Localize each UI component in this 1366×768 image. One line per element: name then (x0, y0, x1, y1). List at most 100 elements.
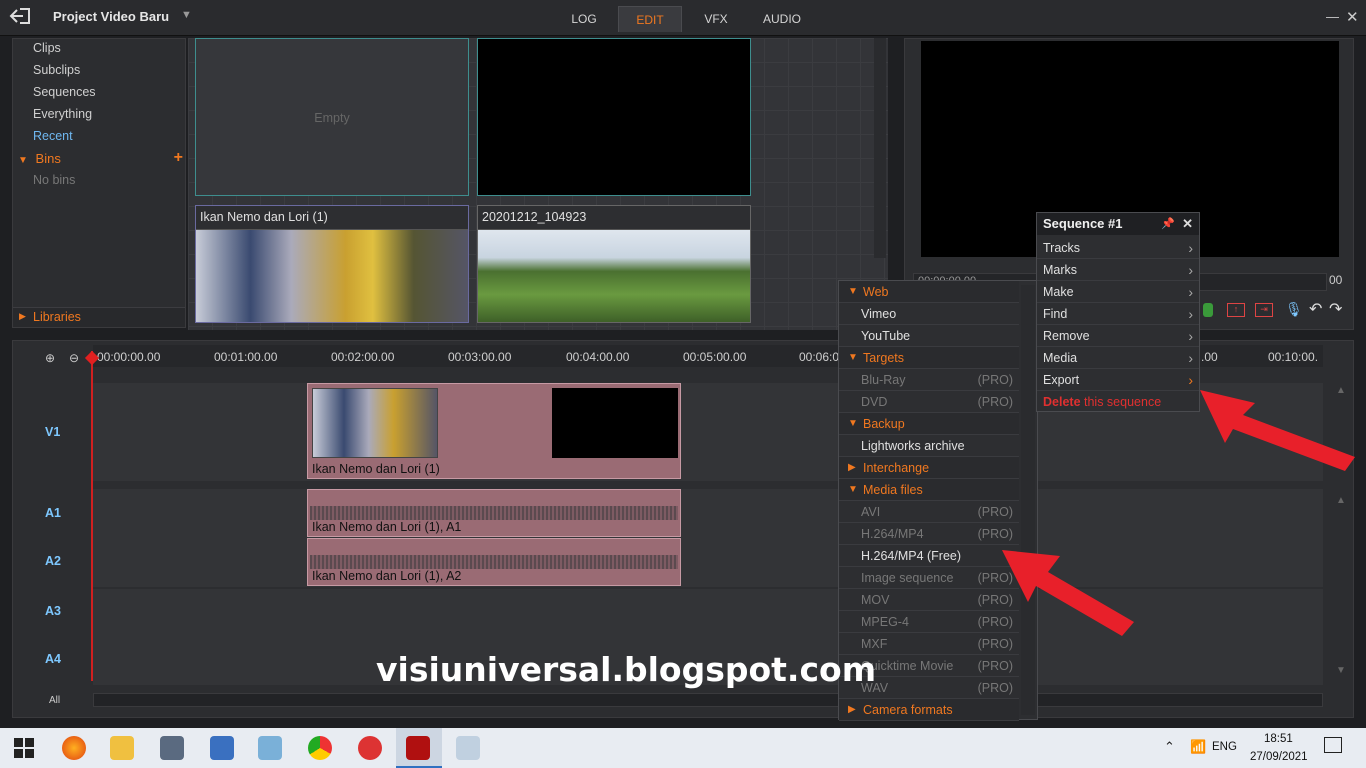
tab-log[interactable]: LOG (560, 6, 608, 32)
all-tracks-button[interactable]: All (49, 695, 60, 706)
waveform (310, 506, 678, 520)
menu-item-remove[interactable]: Remove › (1037, 325, 1199, 347)
export-avi[interactable]: AVI (PRO) (839, 501, 1019, 523)
black-clip-tile[interactable] (477, 38, 751, 196)
export-interchange-header[interactable]: ▶ Interchange (839, 457, 1019, 479)
menu-item-tracks[interactable]: Tracks › (1037, 237, 1199, 259)
export-backup-header[interactable]: ▼ Backup (839, 413, 1019, 435)
chevron-down-icon[interactable]: ▼ (181, 9, 192, 21)
zoom-in-icon[interactable]: ⊕ (45, 351, 55, 365)
extract-icon[interactable]: ⇥ (1255, 303, 1273, 317)
export-h264-free[interactable]: H.264/MP4 (Free) (839, 545, 1019, 567)
audio-clip-a1[interactable]: Ikan Nemo dan Lori (1), A1 (307, 489, 681, 537)
menu-scrollbar[interactable] (1021, 285, 1035, 715)
bin-item-everything[interactable]: Everything (33, 107, 92, 121)
tab-vfx[interactable]: VFX (694, 6, 738, 32)
tab-edit[interactable]: EDIT (618, 6, 682, 32)
chevron-up-icon[interactable]: ⌃ (1164, 739, 1175, 755)
clock-time[interactable]: 18:51 (1264, 733, 1293, 745)
language-indicator[interactable]: ENG (1212, 741, 1237, 753)
wifi-icon[interactable]: 📶 (1190, 739, 1206, 755)
tab-audio[interactable]: AUDIO (756, 6, 808, 32)
chevron-right-icon: › (1188, 306, 1193, 322)
track-label-a3[interactable]: A3 (45, 604, 61, 618)
camera-icon[interactable] (160, 736, 184, 760)
empty-tile[interactable]: Empty (195, 38, 469, 196)
lightworks-icon[interactable] (406, 736, 430, 760)
bin-item-sequences[interactable]: Sequences (33, 85, 96, 99)
bins-header[interactable]: ▼ Bins + (18, 149, 183, 167)
minimize-icon[interactable]: — (1326, 9, 1339, 24)
no-bins-text: No bins (33, 173, 76, 187)
close-icon[interactable]: ✕ (1182, 213, 1193, 235)
track-label-a4[interactable]: A4 (45, 652, 61, 666)
ruler-tick: 00:02:00.00 (331, 350, 395, 364)
green-marker-icon[interactable] (1203, 303, 1213, 317)
bin-item-subclips[interactable]: Subclips (33, 63, 80, 77)
bin-item-clips[interactable]: Clips (33, 41, 61, 55)
export-lightworks-archive[interactable]: Lightworks archive (839, 435, 1019, 457)
libraries-label: Libraries (33, 310, 81, 324)
ruler-tick: 00:04:00.00 (566, 350, 630, 364)
app-icon[interactable] (258, 736, 282, 760)
audio-clip-a2[interactable]: Ikan Nemo dan Lori (1), A2 (307, 538, 681, 586)
libraries-header[interactable]: ▶ Libraries (13, 307, 185, 327)
export-bluray[interactable]: Blu-Ray (PRO) (839, 369, 1019, 391)
menu-item-export[interactable]: Export › (1037, 369, 1199, 391)
redo-icon[interactable]: ↷ (1329, 299, 1342, 319)
track-label-v1[interactable]: V1 (45, 425, 60, 439)
export-mpeg4[interactable]: MPEG-4 (PRO) (839, 611, 1019, 633)
export-targets-header[interactable]: ▼ Targets (839, 347, 1019, 369)
collapsed-triangle-icon: ▶ (19, 311, 26, 321)
ruler-tick: 00:01:00.00 (214, 350, 278, 364)
export-mov[interactable]: MOV (PRO) (839, 589, 1019, 611)
clip-tile-20201212[interactable]: 20201212_104923 (477, 205, 751, 323)
lift-icon[interactable]: ↑ (1227, 303, 1245, 317)
firefox-icon[interactable] (62, 736, 86, 760)
exit-project-icon[interactable] (8, 6, 38, 28)
file-explorer-icon[interactable] (110, 736, 134, 760)
pin-icon[interactable]: 📌 (1161, 213, 1175, 235)
top-bar: Project Video Baru ▼ LOG EDIT VFX AUDIO … (0, 0, 1366, 36)
microphone-icon[interactable]: 🎙 (1285, 301, 1303, 318)
clip-tile-ikan-nemo[interactable]: Ikan Nemo dan Lori (1) (195, 205, 469, 323)
export-web-header[interactable]: ▼ Web (839, 281, 1019, 303)
video-clip[interactable]: Ikan Nemo dan Lori (1) (307, 383, 681, 479)
export-vimeo[interactable]: Vimeo (839, 303, 1019, 325)
ccleaner-icon[interactable] (358, 736, 382, 760)
bin-item-recent[interactable]: Recent (33, 129, 73, 143)
waveform (310, 555, 678, 569)
export-media-files-header[interactable]: ▼ Media files (839, 479, 1019, 501)
export-youtube[interactable]: YouTube (839, 325, 1019, 347)
export-camera-formats-header[interactable]: ▶ Camera formats (839, 699, 1019, 721)
scroll-down-icon[interactable]: ▼ (1333, 665, 1349, 676)
menu-item-make[interactable]: Make › (1037, 281, 1199, 303)
close-icon[interactable]: ✕ (1346, 8, 1359, 26)
delete-sequence-item[interactable]: Delete this sequence (1037, 391, 1199, 413)
horizontal-scrollbar[interactable] (93, 693, 1323, 707)
expanded-triangle-icon: ▼ (848, 286, 858, 297)
add-bin-icon[interactable]: + (174, 149, 183, 167)
undo-icon[interactable]: ↶ (1309, 299, 1322, 319)
export-h264[interactable]: H.264/MP4 (PRO) (839, 523, 1019, 545)
zoom-out-icon[interactable]: ⊖ (69, 351, 79, 365)
track-label-a2[interactable]: A2 (45, 554, 61, 568)
menu-item-find[interactable]: Find › (1037, 303, 1199, 325)
export-dvd[interactable]: DVD (PRO) (839, 391, 1019, 413)
notification-icon[interactable] (1324, 737, 1342, 753)
chrome-icon[interactable] (308, 736, 332, 760)
viewer-counter: 00 (1329, 273, 1343, 287)
windows-start-icon[interactable] (14, 738, 34, 758)
project-title[interactable]: Project Video Baru (53, 9, 169, 24)
calculator-icon[interactable] (210, 736, 234, 760)
scrollbar[interactable] (874, 38, 886, 258)
export-image-sequence[interactable]: Image sequence (PRO) (839, 567, 1019, 589)
menu-item-media[interactable]: Media › (1037, 347, 1199, 369)
scroll-up-icon[interactable]: ▲ (1333, 495, 1349, 506)
clock-date[interactable]: 27/09/2021 (1250, 751, 1308, 763)
expanded-triangle-icon: ▼ (848, 418, 858, 429)
track-label-a1[interactable]: A1 (45, 506, 61, 520)
ruler-tick: 00:05:00.00 (683, 350, 747, 364)
menu-item-marks[interactable]: Marks › (1037, 259, 1199, 281)
paint-icon[interactable] (456, 736, 480, 760)
